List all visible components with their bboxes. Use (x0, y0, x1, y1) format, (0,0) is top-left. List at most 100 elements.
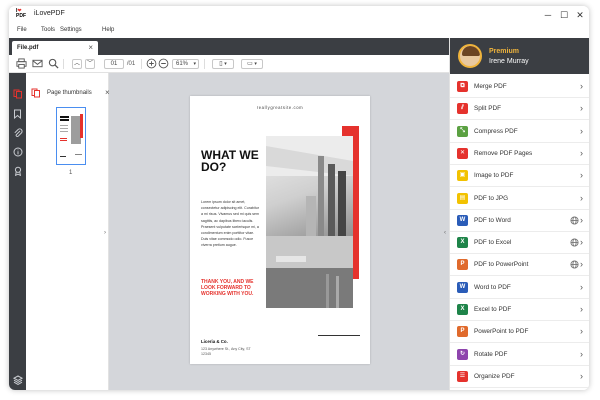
compress-pdf-icon: ⤡ (457, 125, 468, 137)
tool-label: Remove PDF Pages (474, 149, 533, 157)
tool-label: Excel to PDF (474, 306, 512, 313)
tool-powerpoint-to-pdf[interactable]: P PowerPoint to PDF › (450, 321, 589, 344)
excel-to-pdf-icon: X (457, 304, 468, 315)
tool-pdf-to-excel[interactable]: X PDF to Excel › (450, 232, 589, 255)
page-total: /01 (126, 61, 136, 67)
page-down-icon[interactable]: ﹀ (85, 59, 95, 69)
chevron-right-icon: › (580, 103, 583, 114)
tool-word-to-pdf[interactable]: W Word to PDF › (450, 277, 589, 299)
page-number-input[interactable]: 01 (104, 59, 124, 69)
thumbnail-page-number: 1 (69, 170, 73, 176)
page-thumbnail[interactable] (56, 107, 86, 165)
pdf-page: reallygreatsite.com WHAT WE DO? Lorem ip… (190, 96, 370, 364)
toolbar-separator (141, 59, 142, 69)
zoom-select[interactable]: 61% ▾ (172, 59, 199, 69)
ilovepdf-logo: I❤ PDF (16, 8, 26, 19)
tool-pdf-to-word[interactable]: W PDF to Word › (450, 210, 589, 232)
collapse-panel-icon[interactable]: › (104, 230, 106, 236)
info-icon[interactable] (11, 147, 24, 160)
bookmark-icon[interactable] (11, 109, 24, 122)
tab-bar: File.pdf × (9, 38, 449, 55)
chevron-right-icon: › (580, 147, 583, 158)
organize-pdf-icon: ☰ (457, 370, 468, 382)
document-address: 123 Anywhere St., Any City, ST 12345 (201, 347, 251, 357)
user-profile[interactable]: Premium Irene Murray (450, 38, 589, 74)
tool-rotate-pdf[interactable]: ↻ Rotate PDF › (450, 344, 589, 366)
tool-excel-to-pdf[interactable]: X Excel to PDF › (450, 299, 589, 321)
chevron-down-icon: ▾ (254, 61, 257, 67)
chevron-right-icon: › (580, 237, 583, 248)
menu-help[interactable]: Help (102, 27, 114, 33)
rotate-page-button[interactable]: ▭ ▾ (241, 59, 263, 69)
tool-label: Image to PDF (474, 172, 514, 180)
tool-label: Organize PDF (474, 372, 515, 380)
avatar (458, 44, 482, 68)
page-view-button[interactable]: ▯ ▾ (212, 59, 234, 69)
chevron-right-icon: › (580, 259, 583, 270)
tool-organize-pdf[interactable]: ☰ Organize PDF › (450, 366, 589, 388)
toolbar-separator (63, 59, 64, 69)
tool-compress-pdf[interactable]: ⤡ Compress PDF › (450, 121, 589, 143)
thumbnails-panel-icon (31, 88, 41, 98)
thumbnails-icon[interactable] (11, 89, 24, 102)
tab-file-pdf[interactable]: File.pdf × (12, 41, 98, 55)
maximize-icon[interactable]: ☐ (558, 9, 570, 21)
mail-icon[interactable] (31, 58, 43, 70)
split-pdf-icon: ⫽ (457, 103, 468, 115)
page-up-icon[interactable]: ︿ (72, 59, 82, 69)
chevron-down-icon: ▾ (193, 61, 196, 67)
tool-remove-pdf-pages[interactable]: ✕ Remove PDF Pages › (450, 143, 589, 165)
chevron-right-icon: › (580, 326, 583, 337)
powerpoint-to-pdf-icon: P (457, 326, 468, 338)
document-viewer: reallygreatsite.com WHAT WE DO? Lorem ip… (109, 73, 449, 390)
zoom-value: 61% (176, 61, 189, 67)
tool-label: Merge PDF (474, 83, 507, 90)
tool-image-to-pdf[interactable]: ▣ Image to PDF › (450, 165, 589, 188)
tool-merge-pdf[interactable]: ⧉ Merge PDF › (450, 76, 589, 98)
menu-settings[interactable]: Settings (60, 27, 82, 33)
menu-bar: File Tools Settings Help (9, 24, 449, 38)
globe-icon (570, 260, 579, 269)
tool-label: PDF to JPG (474, 194, 509, 202)
document-company: Liceria & Co. (201, 339, 228, 344)
print-icon[interactable] (15, 58, 27, 70)
layers-icon[interactable] (11, 375, 24, 388)
remove-pdf-pages-icon: ✕ (457, 147, 468, 159)
chevron-down-icon: ▾ (224, 61, 227, 67)
tool-label: PDF to Excel (474, 239, 512, 247)
chevron-right-icon: › (580, 348, 583, 359)
tool-pdf-to-jpg[interactable]: ▤ PDF to JPG › (450, 188, 589, 210)
tools-sidebar: Premium Irene Murray ⧉ Merge PDF › ⫽ Split P… (449, 38, 589, 390)
tool-pdf-to-powerpoint[interactable]: P PDF to PowerPoint › (450, 254, 589, 277)
tool-label: PDF to Word (474, 216, 511, 224)
tool-split-pdf[interactable]: ⫽ Split PDF › (450, 98, 589, 121)
globe-icon (570, 216, 579, 225)
document-body-text: Lorem ipsum dolor sit amet, consectetur … (201, 200, 260, 248)
tab-close-icon[interactable]: × (88, 43, 93, 52)
user-name: Irene Murray (489, 58, 529, 65)
tool-label: Word to PDF (474, 283, 511, 291)
title-bar: I❤ PDF iLovePDF ─ ☐ ✕ (9, 6, 589, 24)
chevron-right-icon: › (580, 81, 583, 91)
chevron-right-icon: › (580, 125, 583, 136)
tab-label: File.pdf (17, 45, 39, 51)
signature-icon[interactable] (11, 166, 24, 179)
chevron-right-icon: › (580, 281, 583, 292)
minimize-icon[interactable]: ─ (542, 9, 554, 21)
menu-tools[interactable]: Tools (41, 27, 55, 33)
pdf-to-word-icon: W (457, 214, 468, 226)
zoom-in-icon[interactable] (145, 58, 157, 70)
search-icon[interactable] (47, 58, 59, 70)
chevron-right-icon: › (580, 170, 583, 181)
globe-icon (570, 238, 579, 247)
pdf-to-powerpoint-icon: P (457, 259, 468, 271)
chevron-right-icon: › (580, 214, 583, 225)
chevron-right-icon: › (580, 304, 583, 314)
attachment-icon[interactable] (11, 128, 24, 141)
architecture-photo (266, 136, 353, 308)
close-icon[interactable]: ✕ (574, 9, 586, 21)
thumbnail-panel: Page thumbnails × 1 › (26, 73, 110, 390)
collapse-sidebar-icon[interactable]: ‹ (444, 230, 446, 236)
menu-file[interactable]: File (17, 27, 27, 33)
zoom-out-icon[interactable] (157, 58, 169, 70)
